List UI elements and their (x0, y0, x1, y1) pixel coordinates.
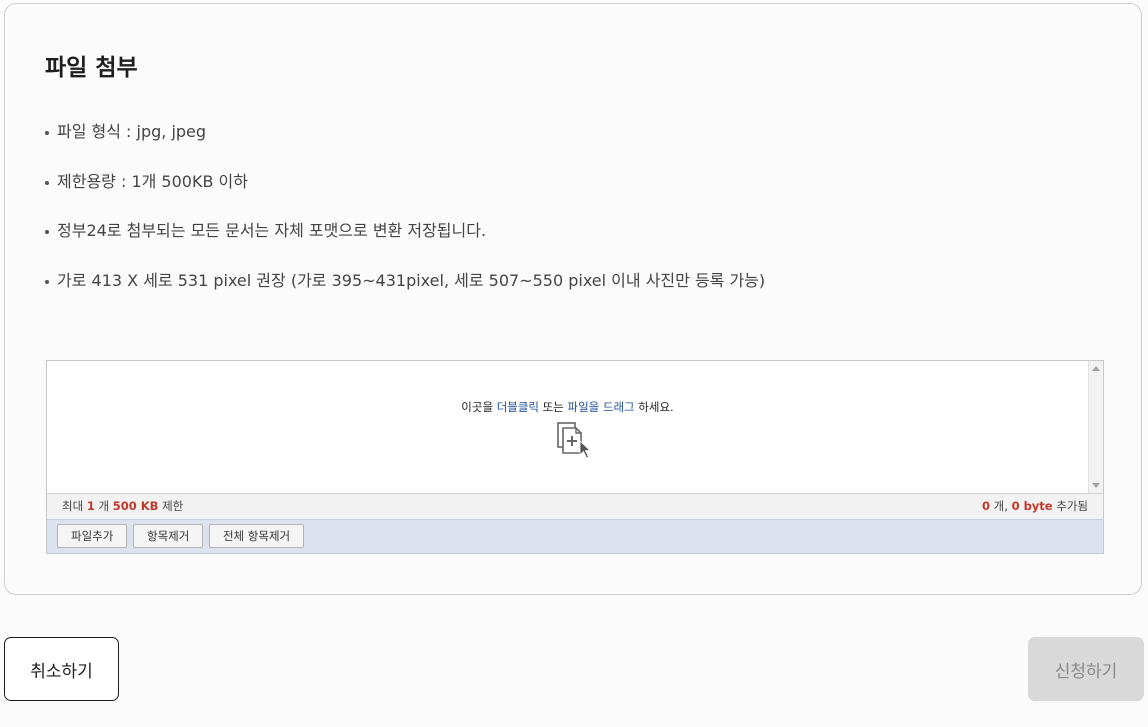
drop-text-part3: 하세요. (634, 400, 674, 414)
added-label: 추가됨 (1056, 499, 1088, 513)
cancel-button[interactable]: 취소하기 (4, 637, 119, 701)
remove-all-items-button[interactable]: 전체 항목제거 (208, 524, 305, 548)
scroll-up-arrow-icon[interactable] (1092, 366, 1100, 371)
add-file-button[interactable]: 파일추가 (57, 524, 128, 548)
count-unit: 개 (98, 499, 110, 513)
max-size: 500 KB (112, 499, 159, 513)
remove-item-button[interactable]: 항목제거 (132, 524, 204, 548)
info-item-conversion-notice: 정부24로 첨부되는 모든 문서는 자체 포맷으로 변환 저장됩니다. (43, 219, 765, 269)
info-list: 파일 형식 : jpg, jpeg 제한용량 : 1개 500KB 이하 정부2… (43, 120, 765, 318)
upload-limit-text: 최대 1 개 500 KB 제한 (62, 494, 183, 518)
uploader-button-bar: 파일추가 항목제거 전체 항목제거 (47, 519, 1103, 553)
upload-status-bar: 최대 1 개 500 KB 제한 0 개, 0 byte 추가됨 (47, 493, 1103, 519)
card-title: 파일 첨부 (45, 55, 138, 81)
submit-button[interactable]: 신청하기 (1028, 637, 1144, 701)
upload-added-text: 0 개, 0 byte 추가됨 (982, 494, 1088, 518)
drop-zone-scrollbar[interactable] (1088, 361, 1103, 493)
drop-text-part2: 또는 (539, 400, 568, 414)
max-count: 1 (86, 499, 95, 513)
added-count-unit: 개, (993, 499, 1008, 513)
info-item-file-format: 파일 형식 : jpg, jpeg (43, 120, 765, 170)
limit-label: 제한 (162, 499, 184, 513)
max-label: 최대 (62, 499, 84, 513)
scroll-down-arrow-icon[interactable] (1092, 483, 1100, 488)
added-count: 0 (981, 499, 990, 513)
file-add-cursor-icon (557, 422, 592, 459)
drop-instruction: 이곳을 더블클릭 또는 파일을 드래그 하세요. (47, 399, 1088, 415)
drop-text-part1: 이곳을 (461, 400, 497, 414)
file-attachment-card: 파일 첨부 파일 형식 : jpg, jpeg 제한용량 : 1개 500KB … (4, 3, 1142, 595)
added-bytes: 0 byte (1011, 499, 1053, 513)
file-drop-zone[interactable]: 이곳을 더블클릭 또는 파일을 드래그 하세요. (47, 361, 1088, 493)
info-item-pixel-recommendation: 가로 413 X 세로 531 pixel 권장 (가로 395~431pixe… (43, 269, 765, 319)
drop-text-drag-file: 파일을 드래그 (567, 400, 635, 414)
file-uploader: 이곳을 더블클릭 또는 파일을 드래그 하세요. 최대 1 개 500 KB 제… (46, 360, 1104, 554)
drop-text-double-click: 더블클릭 (496, 400, 540, 414)
info-item-size-limit: 제한용량 : 1개 500KB 이하 (43, 170, 765, 220)
